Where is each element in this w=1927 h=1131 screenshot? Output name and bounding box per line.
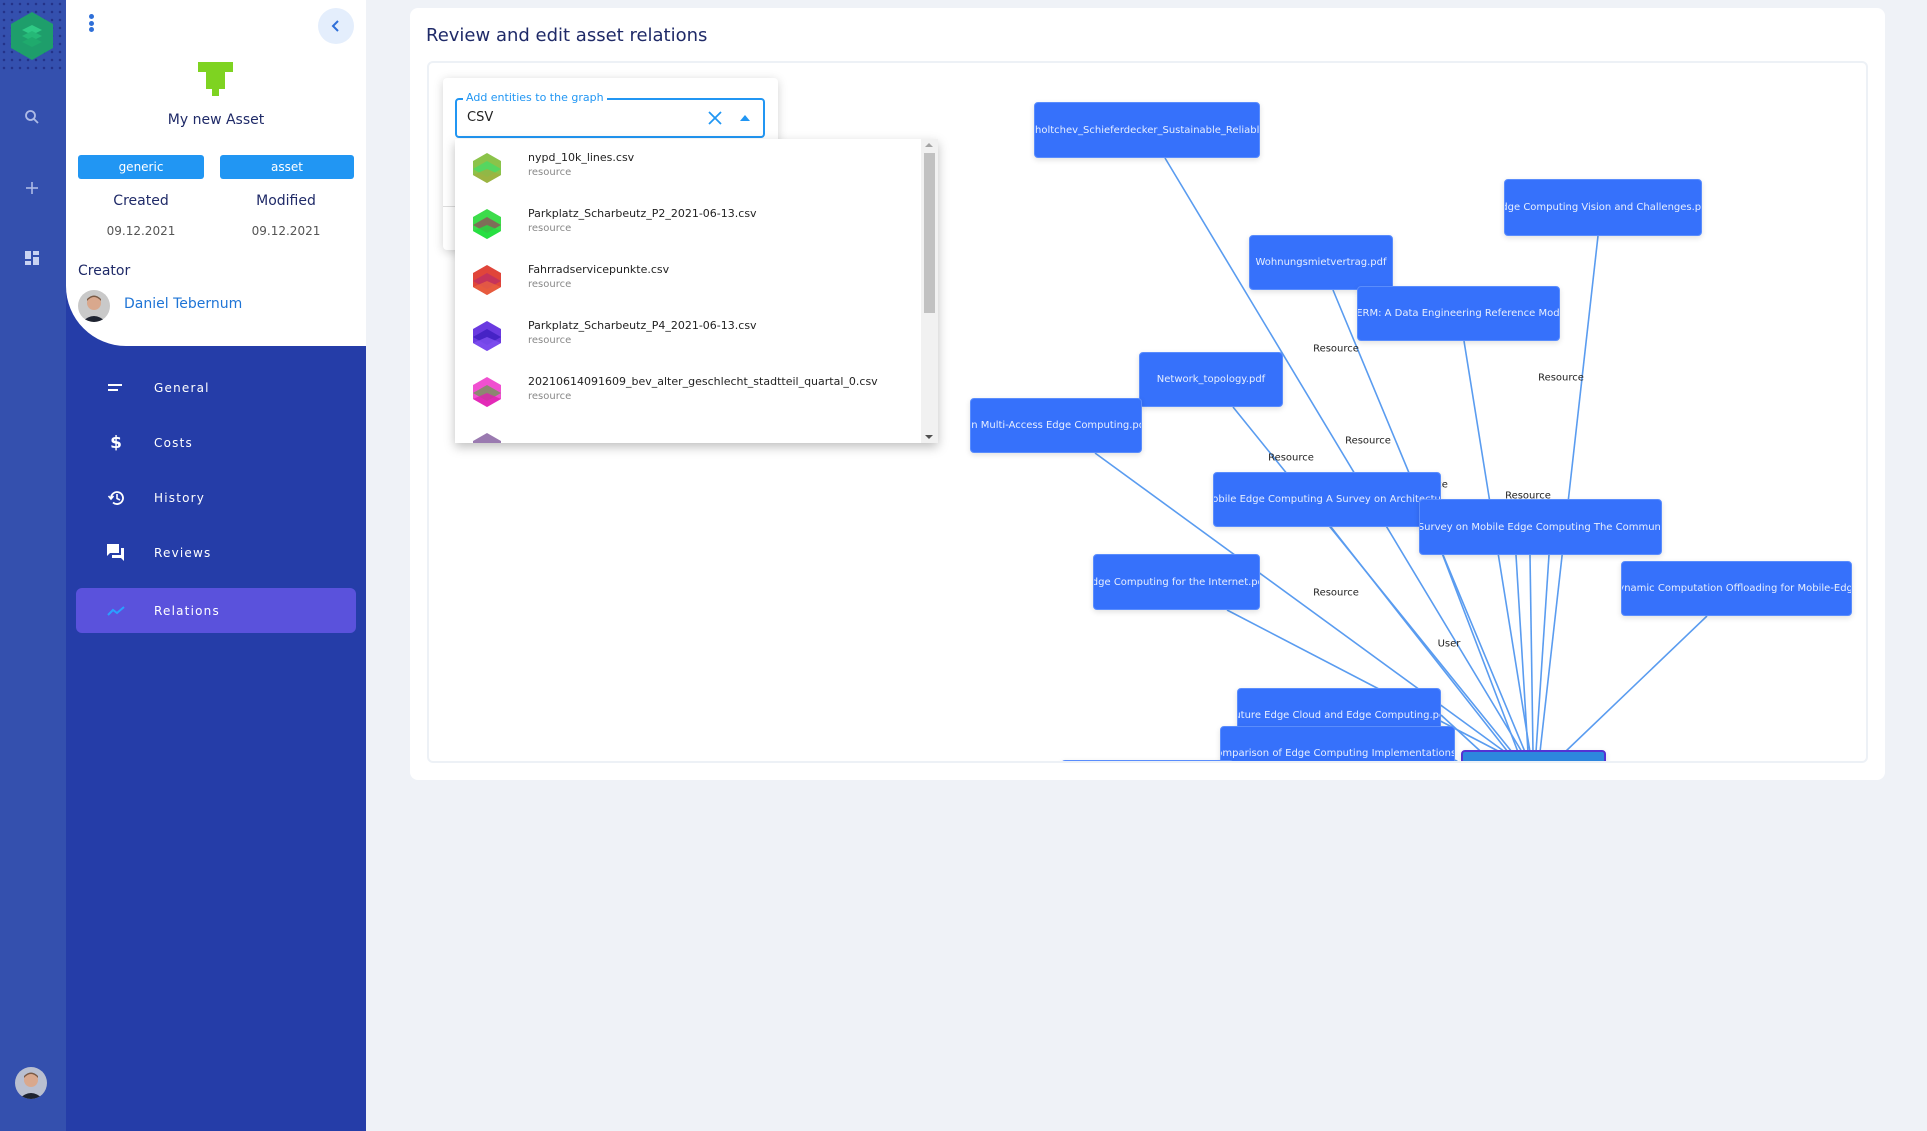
- caret-up-icon[interactable]: [737, 110, 753, 126]
- resource-thumbnail-icon: [473, 153, 501, 183]
- search-results-list[interactable]: 20210614091609_bev_alter_geschlecht_stad…: [455, 139, 938, 443]
- edge-label-resource: Resource: [1268, 452, 1314, 464]
- asset-name: My new Asset: [167, 112, 265, 128]
- graph-node-resource[interactable]: A Survey on Mobile Edge Computing The Co…: [1419, 499, 1662, 555]
- app-logo[interactable]: [9, 11, 55, 61]
- result-name: nypd_10k_lines.csv: [528, 151, 635, 164]
- nav-history[interactable]: History: [76, 475, 356, 520]
- tag-asset[interactable]: asset: [220, 155, 354, 179]
- nav-costs[interactable]: $ Costs: [76, 420, 356, 465]
- edge-label-resource: Resource: [1313, 343, 1359, 355]
- asset-summary: My new Asset generic asset Created Modif…: [66, 0, 366, 346]
- result-type: resource: [528, 167, 572, 178]
- result-name: Parkplatz_Scharbeutz_P4_2021-06-13.csv: [528, 319, 757, 332]
- nav-label: Relations: [154, 603, 220, 618]
- plus-icon[interactable]: [21, 177, 43, 199]
- app-rail: [0, 0, 66, 1131]
- graph-edge: [1515, 554, 1529, 753]
- resource-thumbnail-icon: [473, 321, 501, 351]
- search-result-item[interactable]: nypd_10k_lines.csv resource: [455, 139, 921, 195]
- notes-icon: [106, 378, 126, 398]
- search-icon[interactable]: [21, 106, 43, 128]
- user-avatar[interactable]: [15, 1067, 47, 1099]
- graph-node-resource[interactable]: Network_topology.pdf: [1139, 352, 1283, 407]
- graph-edge: [1564, 615, 1708, 753]
- result-type: resource: [528, 391, 572, 402]
- asset-type-icon: [198, 62, 233, 96]
- add-entities-field[interactable]: Add entities to the graph: [455, 91, 765, 138]
- creator-avatar[interactable]: [78, 290, 110, 322]
- created-label: Created: [113, 193, 169, 209]
- result-type: resource: [528, 223, 572, 234]
- graph-node-resource[interactable]: Edge Computing Vision and Challenges.pdf: [1504, 179, 1702, 236]
- scrollbar-thumb[interactable]: [924, 153, 935, 313]
- created-date: 09.12.2021: [106, 224, 176, 238]
- result-type: resource: [528, 279, 572, 290]
- graph-node-asset[interactable]: My new Asset: [1461, 750, 1606, 761]
- nav-label: General: [154, 380, 210, 395]
- edge-label-resource: Resource: [1345, 435, 1391, 447]
- graph-node-resource[interactable]: Wohnungsmietvertrag.pdf: [1249, 235, 1393, 290]
- nav-label: Reviews: [154, 545, 212, 560]
- add-entities-input[interactable]: [467, 110, 687, 125]
- creator-label: Creator: [78, 263, 131, 279]
- search-result-item[interactable]: Fahrradservicepunkte.csv resource: [455, 251, 921, 307]
- nav-relations[interactable]: Relations: [76, 588, 356, 633]
- nav-reviews[interactable]: Reviews: [76, 530, 356, 575]
- resource-thumbnail-icon: [473, 433, 501, 443]
- graph-node-resource[interactable]: Edge Computing for the Internet.pdf: [1093, 554, 1260, 610]
- result-type: resource: [528, 335, 572, 346]
- modified-label: Modified: [256, 193, 316, 209]
- edge-label-resource: Resource: [1538, 372, 1584, 384]
- creator-link[interactable]: Daniel Tebernum: [124, 296, 242, 312]
- graph-edge: [1535, 554, 1550, 753]
- trending-icon: [106, 601, 126, 621]
- edge-label-user: User: [1437, 638, 1461, 650]
- dashboard-icon[interactable]: [21, 247, 43, 269]
- nav-label: History: [154, 490, 206, 505]
- dollar-icon: $: [110, 432, 122, 453]
- resource-thumbnail-icon: [473, 209, 501, 239]
- graph-edge: [1529, 554, 1534, 753]
- graph-node-resource[interactable]: Dynamic Computation Offloading for Mobil…: [1621, 561, 1852, 616]
- more-options-icon[interactable]: [89, 14, 95, 32]
- graph-node-resource[interactable]: Mobile Edge Computing A Survey on Archit…: [1213, 472, 1441, 527]
- collapse-panel-button[interactable]: [318, 8, 354, 44]
- search-result-item[interactable]: [455, 419, 921, 443]
- resource-thumbnail-icon: [473, 377, 501, 407]
- edge-label-resource: Resource: [1313, 587, 1359, 599]
- graph-node-resource[interactable]: DERM: A Data Engineering Reference Model: [1357, 286, 1560, 341]
- result-name: Parkplatz_Scharbeutz_P2_2021-06-13.csv: [528, 207, 757, 220]
- result-name: 20210614091609_bev_alter_geschlecht_stad…: [528, 375, 878, 388]
- graph-node-resource[interactable]: Mobile Edge Computing A Survey.pdf: [1061, 760, 1234, 761]
- search-result-item[interactable]: 20210614091609_bev_alter_geschlecht_stad…: [455, 363, 921, 419]
- clear-icon[interactable]: [705, 108, 725, 128]
- tag-generic[interactable]: generic: [78, 155, 204, 179]
- field-legend: Add entities to the graph: [463, 91, 607, 104]
- asset-panel: My new Asset generic asset Created Modif…: [66, 0, 366, 1131]
- history-icon: [106, 488, 126, 508]
- scroll-up-icon[interactable]: [925, 143, 933, 147]
- results-scrollbar[interactable]: [921, 139, 938, 443]
- graph-node-resource[interactable]: Comparison of Edge Computing Implementat…: [1220, 726, 1455, 761]
- reviews-icon: [106, 543, 126, 563]
- graph-node-resource[interactable]: Tcholtchev_Schieferdecker_Sustainable_Re…: [1034, 102, 1260, 158]
- modified-date: 09.12.2021: [251, 224, 321, 238]
- scroll-down-icon[interactable]: [925, 435, 933, 439]
- nav-general[interactable]: General: [76, 365, 356, 410]
- page-title: Review and edit asset relations: [426, 25, 708, 46]
- result-name: Fahrradservicepunkte.csv: [528, 263, 670, 276]
- chevron-left-icon: [331, 20, 339, 32]
- nav-label: Costs: [154, 435, 193, 450]
- graph-node-resource[interactable]: On Multi-Access Edge Computing.pdf: [970, 398, 1142, 453]
- search-result-item[interactable]: Parkplatz_Scharbeutz_P2_2021-06-13.csvre…: [455, 195, 921, 251]
- search-result-item[interactable]: Parkplatz_Scharbeutz_P4_2021-06-13.csvre…: [455, 307, 921, 363]
- resource-thumbnail-icon: [473, 265, 501, 295]
